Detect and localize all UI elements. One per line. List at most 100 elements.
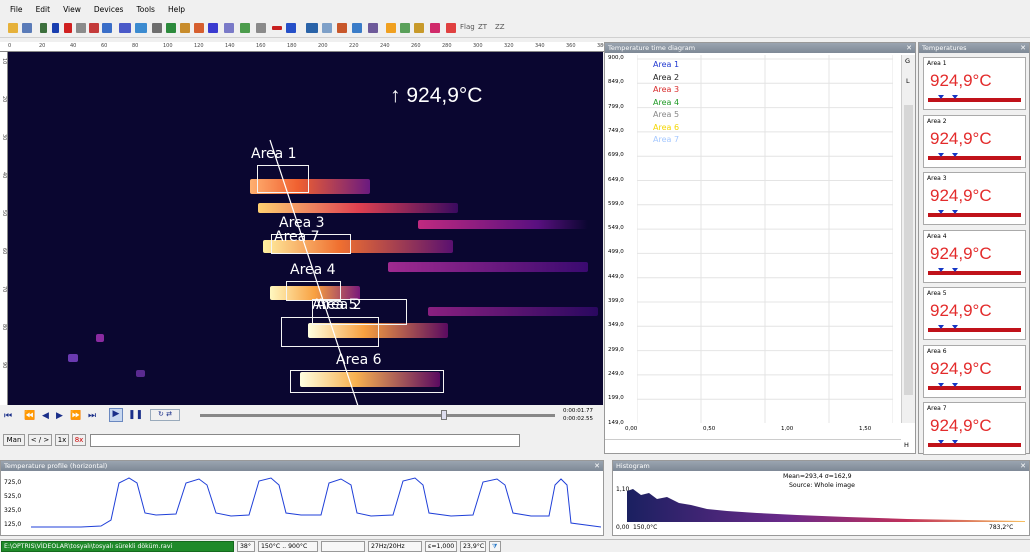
l-toggle[interactable]: L — [906, 77, 910, 85]
h-toggle[interactable]: H — [904, 441, 909, 449]
min-marker-icon — [938, 210, 944, 214]
frame-slider[interactable] — [90, 434, 520, 447]
close-icon[interactable]: ✕ — [594, 461, 600, 471]
save-icon[interactable] — [22, 23, 32, 33]
panel-title: Temperature time diagram ✕ — [605, 43, 915, 53]
scroll-thumb[interactable] — [904, 105, 913, 395]
zt-label[interactable]: ZT — [478, 23, 487, 31]
menu-devices[interactable]: Devices — [94, 5, 124, 14]
pause-button[interactable]: ❚❚ — [128, 410, 143, 420]
diagram-scrollbar[interactable]: G L — [901, 55, 915, 423]
flag-label[interactable]: Flag — [460, 23, 475, 31]
line-icon[interactable] — [208, 23, 218, 33]
step-back-icon[interactable]: ◀ — [42, 411, 49, 421]
y-axis-label: 449,0 — [608, 273, 624, 280]
mode-button[interactable]: Man — [3, 434, 25, 446]
loop-button[interactable]: ↻ ⇄ — [150, 409, 180, 421]
frame-button[interactable]: 1x — [55, 434, 69, 446]
temperature-card[interactable]: Area 6 924,9°C — [923, 344, 1026, 398]
temperature-card[interactable]: Area 2 924,9°C — [923, 114, 1026, 168]
toolbar: Flag ZT ZZ — [0, 18, 1030, 38]
close-icon[interactable]: ✕ — [906, 43, 912, 53]
fast-forward-icon[interactable]: ⏩ — [70, 411, 81, 421]
skip-start-icon[interactable]: ⏮ — [4, 411, 12, 421]
status-range[interactable]: 150°C .. 900°C — [258, 541, 318, 552]
horizontal-scrollbar[interactable] — [605, 439, 901, 453]
close-icon[interactable]: ✕ — [1020, 43, 1026, 53]
histogram-icon[interactable] — [166, 23, 176, 33]
step-button[interactable]: < / > — [28, 434, 52, 446]
status-bar: E:\OPTRIS\VİDEOLAR\tosyalı\tosyalı sürek… — [0, 539, 1030, 552]
profile-icon[interactable] — [224, 23, 234, 33]
layout-icon[interactable] — [119, 23, 131, 33]
open-icon[interactable] — [8, 23, 18, 33]
chart-icon[interactable] — [240, 23, 250, 33]
min-marker-icon — [938, 440, 944, 444]
measure-icon[interactable] — [152, 23, 162, 33]
temperature-card[interactable]: Area 1 924,9°C — [923, 57, 1026, 110]
pause-icon[interactable] — [52, 23, 59, 33]
scale-icon[interactable] — [430, 23, 440, 33]
timeline-track[interactable] — [200, 414, 555, 417]
timeline-thumb[interactable] — [441, 410, 447, 420]
ruler-tick: 280 — [442, 43, 452, 49]
legend-item: Area 6 — [653, 122, 680, 132]
focus-icon[interactable] — [400, 23, 410, 33]
menu-file[interactable]: File — [10, 5, 23, 14]
profile-y-label: 125,0 — [4, 521, 22, 528]
profile-line[interactable] — [8, 52, 603, 405]
layout-alt-icon[interactable] — [135, 23, 147, 33]
y-axis-label: 599,0 — [608, 200, 624, 207]
skip-end-icon[interactable]: ⏭ — [88, 411, 96, 421]
area-icon[interactable] — [180, 23, 190, 33]
monitor-icon[interactable] — [306, 23, 318, 33]
rewind-icon[interactable]: ⏪ — [24, 411, 35, 421]
export-icon[interactable] — [352, 23, 362, 33]
play-button[interactable]: ▶ — [109, 408, 123, 422]
palette-icon[interactable] — [89, 23, 99, 33]
play-icon[interactable] — [40, 23, 47, 33]
temperature-card[interactable]: Area 7 924,9°C — [923, 402, 1026, 455]
y-axis-label: 299,0 — [608, 346, 624, 353]
hotspot-icon[interactable] — [194, 23, 204, 33]
table-icon[interactable] — [322, 23, 332, 33]
ruler-tick: 100 — [163, 43, 173, 49]
color-bar-icon[interactable] — [446, 23, 456, 33]
zz-label[interactable]: ZZ — [495, 23, 505, 31]
settings-icon[interactable] — [368, 23, 378, 33]
menu-edit[interactable]: Edit — [36, 5, 51, 14]
g-toggle[interactable]: G — [905, 57, 910, 65]
menu-help[interactable]: Help — [168, 5, 185, 14]
camera-icon[interactable] — [102, 23, 112, 33]
window-icon[interactable] — [286, 23, 296, 33]
temperature-area-name: Area 3 — [927, 175, 947, 182]
close-icon[interactable]: ✕ — [1020, 461, 1026, 471]
temperature-card[interactable]: Area 5 924,9°C — [923, 287, 1026, 340]
status-emissivity[interactable]: ε=1,000 — [425, 541, 457, 552]
ruler-tick: 320 — [504, 43, 514, 49]
min-marker-icon — [938, 267, 944, 272]
snapshot-icon[interactable] — [76, 23, 86, 33]
thermal-image[interactable]: ↑ 924,9°C Area 1 Area 3 Area 7 Area 4 Ar… — [8, 52, 603, 405]
menu-tools[interactable]: Tools — [136, 5, 154, 14]
menu-view[interactable]: View — [63, 5, 81, 14]
x-axis-label: 0,00 — [625, 426, 638, 432]
grid-icon[interactable] — [256, 23, 266, 33]
y-axis-label: 900,0 — [608, 55, 624, 61]
status-filter-icon[interactable]: ⧩ — [489, 541, 501, 552]
panel-title: Temperatures ✕ — [919, 43, 1029, 53]
speed-button[interactable]: 8x — [72, 434, 86, 446]
ruler-tick: 80 — [132, 43, 139, 49]
record-icon[interactable] — [64, 23, 72, 33]
trend-icon[interactable] — [337, 23, 347, 33]
ruler-tick: 0 — [8, 43, 12, 49]
temperature-card[interactable]: Area 4 924,9°C — [923, 229, 1026, 283]
ruler-icon[interactable] — [414, 23, 424, 33]
ruler-tick: 40 — [70, 43, 77, 49]
max-marker-icon — [952, 440, 958, 444]
min-marker-icon — [938, 152, 944, 157]
temperature-card[interactable]: Area 3 924,9°C — [923, 172, 1026, 225]
alarm-icon[interactable] — [386, 23, 396, 33]
step-forward-icon[interactable]: ▶ — [56, 411, 63, 421]
dash-icon[interactable] — [272, 26, 282, 30]
